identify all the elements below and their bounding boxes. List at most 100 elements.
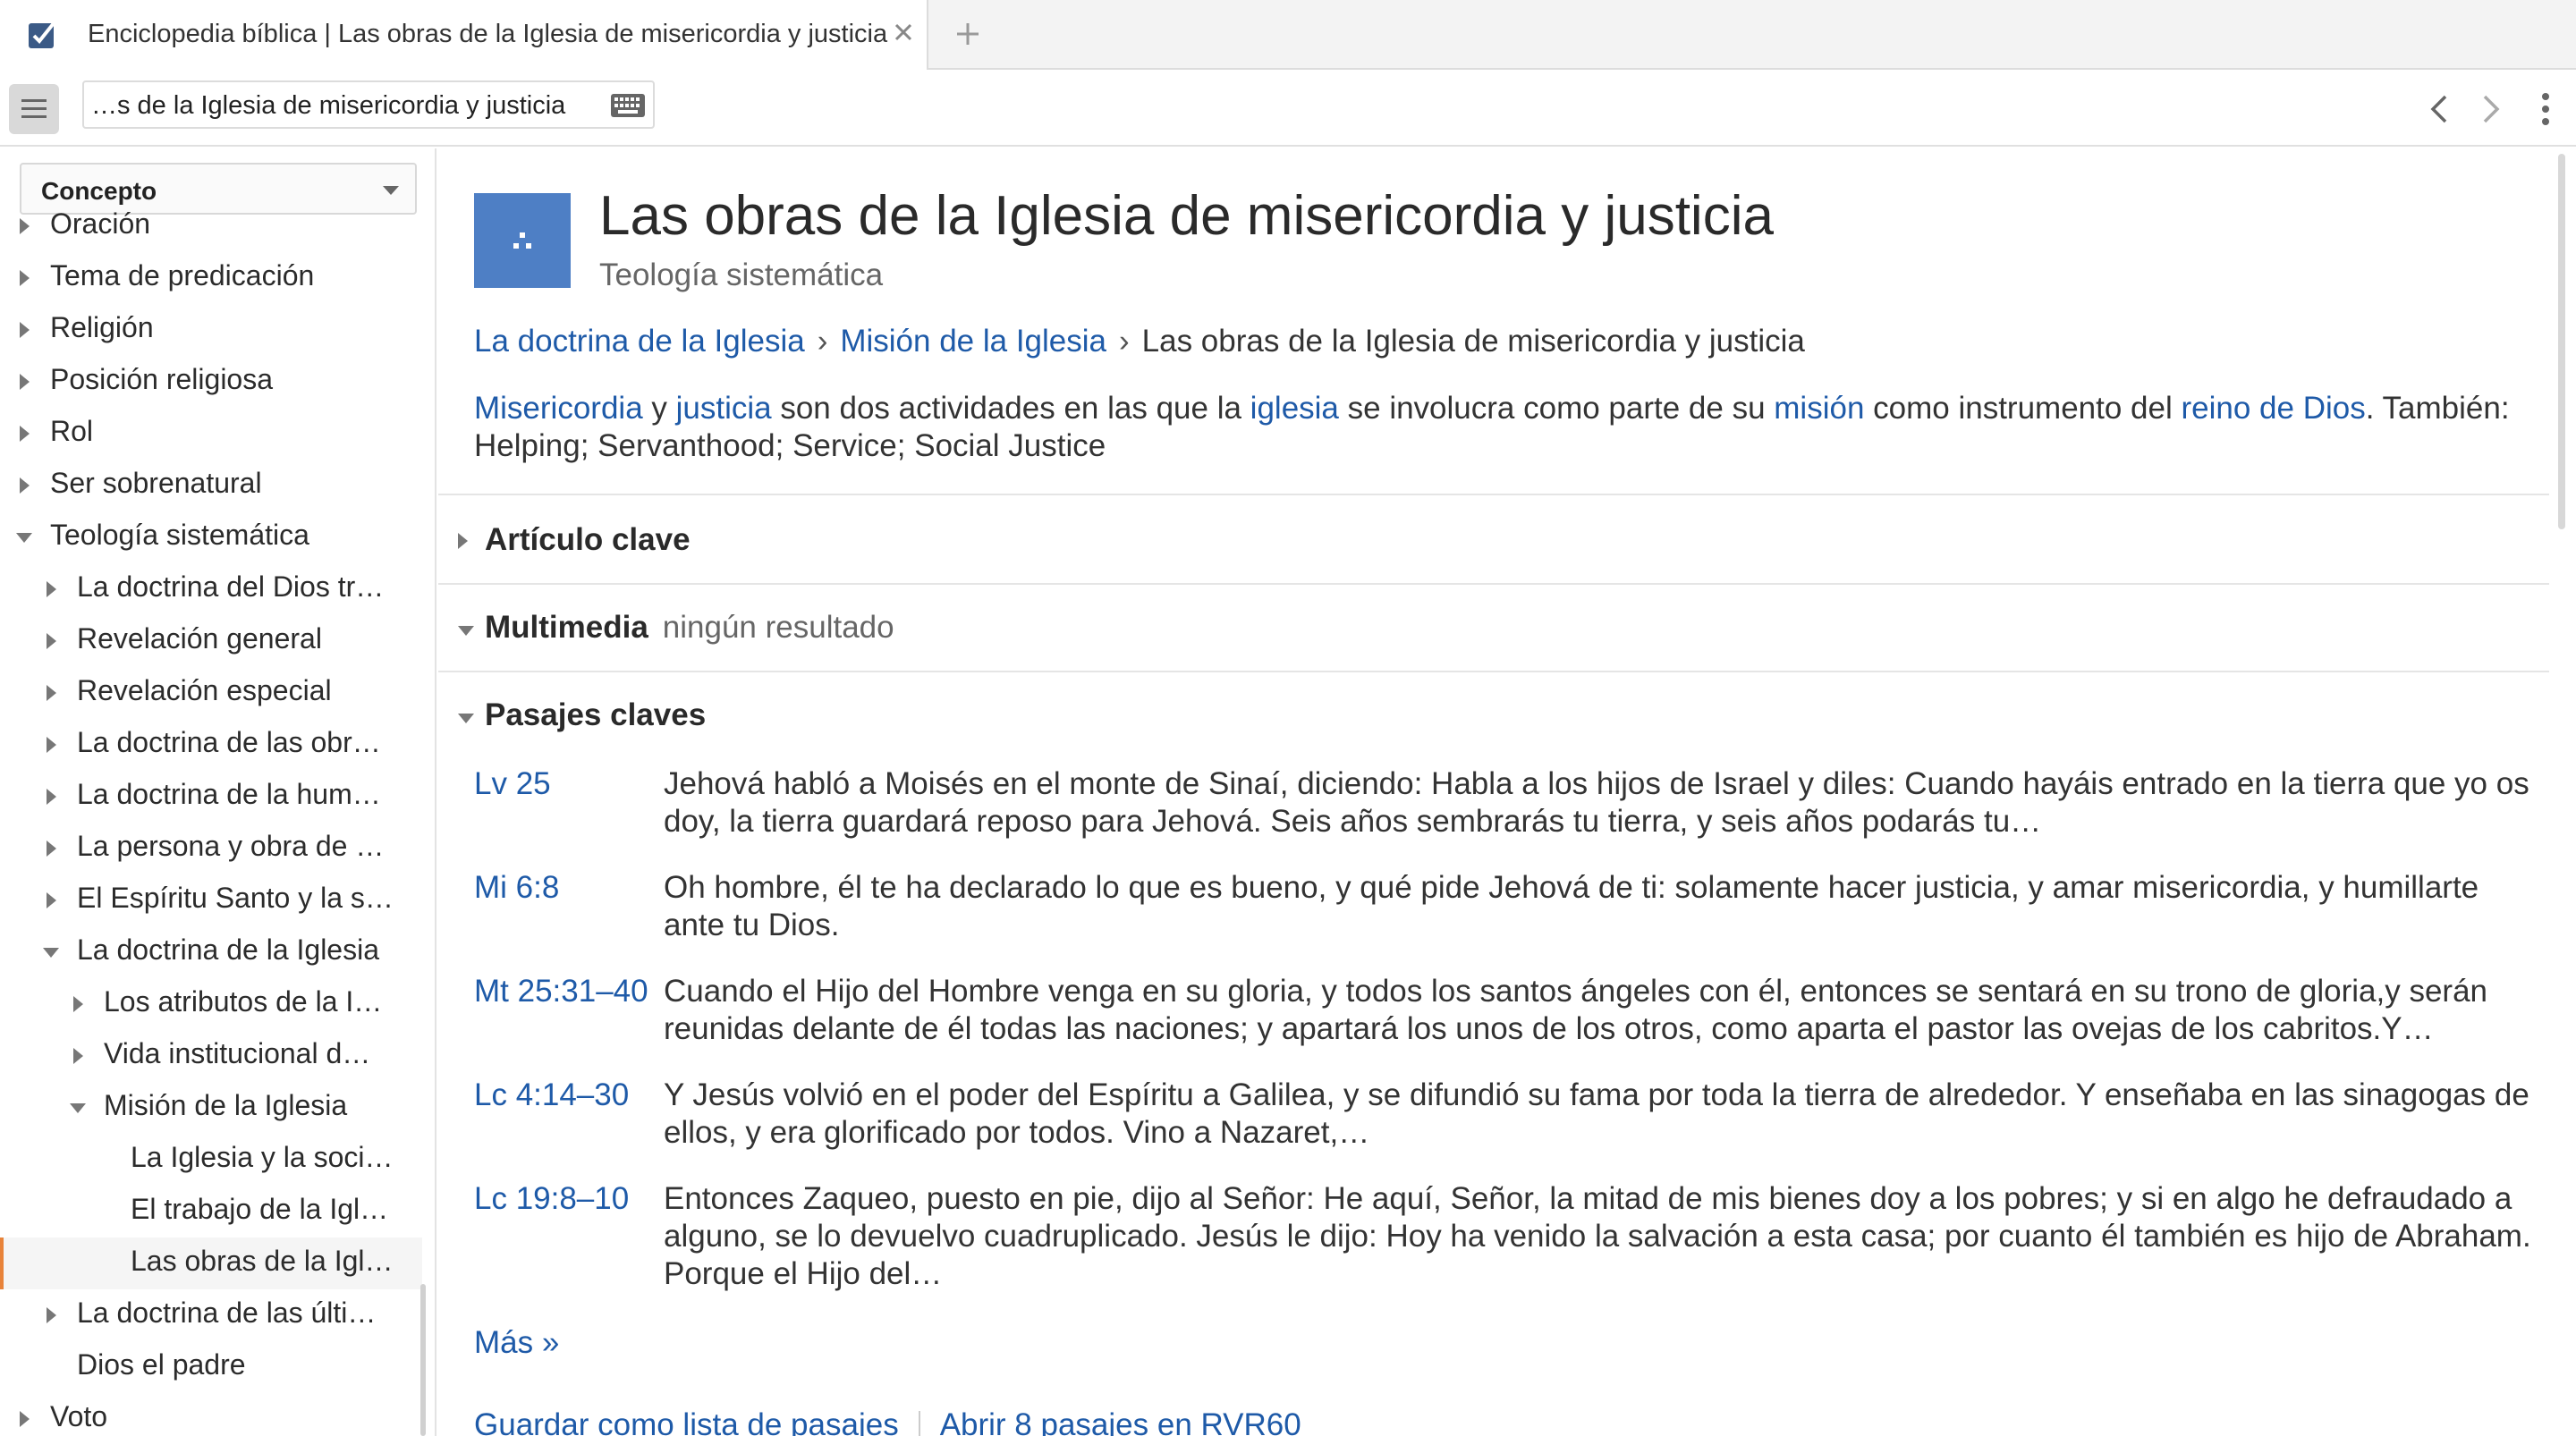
expand-arrow-icon[interactable] bbox=[73, 996, 83, 1012]
keyboard-icon[interactable] bbox=[610, 93, 646, 118]
tree-item-label: Posición religiosa bbox=[50, 363, 274, 395]
tree-item[interactable]: Tema de predicación bbox=[0, 252, 422, 304]
tree-item[interactable]: La doctrina de las últi… bbox=[0, 1289, 422, 1341]
tree-item-label: La Iglesia y la soci… bbox=[131, 1141, 394, 1173]
hamburger-icon[interactable] bbox=[9, 84, 59, 134]
expand-arrow-icon[interactable] bbox=[20, 322, 30, 338]
tree-item[interactable]: Oración bbox=[0, 200, 422, 252]
section-key-passages[interactable]: Pasajes claves bbox=[458, 697, 995, 737]
expand-arrow-icon[interactable] bbox=[20, 374, 30, 390]
plus-icon[interactable] bbox=[952, 18, 984, 50]
tree-item-label: La doctrina de la Iglesia bbox=[77, 933, 379, 966]
passage-ref-link[interactable]: Lv 25 bbox=[474, 765, 551, 803]
section-title: Multimedia ningún resultado bbox=[485, 610, 894, 646]
link-iglesia[interactable]: iglesia bbox=[1250, 391, 1339, 426]
tree-item-label: Las obras de la Igl… bbox=[131, 1245, 394, 1277]
expand-arrow-icon[interactable] bbox=[73, 1048, 83, 1064]
breadcrumb-link-mission[interactable]: Misión de la Iglesia bbox=[840, 324, 1106, 359]
link-justicia[interactable]: justicia bbox=[676, 391, 772, 426]
tree-item[interactable]: Revelación general bbox=[0, 615, 422, 667]
expand-arrow-icon[interactable] bbox=[47, 789, 56, 805]
sidebar-scrollbar[interactable] bbox=[420, 1284, 426, 1436]
section-title: Artículo clave bbox=[485, 522, 691, 557]
expand-arrow-icon[interactable] bbox=[20, 270, 30, 286]
tree-item[interactable]: Teología sistemática bbox=[0, 511, 422, 563]
expand-arrow-icon[interactable] bbox=[20, 477, 30, 494]
passage-row: Lc 19:8–10 Entonces Zaqueo, puesto en pie… bbox=[474, 1180, 2549, 1297]
expand-arrow-icon bbox=[458, 533, 468, 549]
tree-item[interactable]: Rol bbox=[0, 408, 422, 460]
expand-arrow-icon[interactable] bbox=[47, 581, 56, 597]
tree-item[interactable]: La doctrina de la hum… bbox=[0, 771, 422, 823]
tree-item[interactable]: Religión bbox=[0, 304, 422, 356]
passage-text: Entonces Zaqueo, puesto en pie, dijo al … bbox=[664, 1181, 2531, 1291]
expand-arrow-icon[interactable] bbox=[47, 840, 56, 857]
breadcrumb-link-doctrine[interactable]: La doctrina de la Iglesia bbox=[474, 324, 805, 359]
sidebar: Concepto Oración Tema de predicación Relig… bbox=[0, 148, 436, 1436]
tree-item[interactable]: Revelación especial bbox=[0, 667, 422, 719]
divider bbox=[438, 494, 2549, 495]
tree-item[interactable]: Misión de la Iglesia bbox=[0, 1082, 422, 1134]
tree-item[interactable]: Posición religiosa bbox=[0, 356, 422, 408]
collapse-arrow-icon[interactable] bbox=[70, 1103, 86, 1113]
tree-item[interactable]: Las obras de la Igl… bbox=[0, 1237, 422, 1289]
divider bbox=[438, 671, 2549, 672]
tree-item[interactable]: Ser sobrenatural bbox=[0, 460, 422, 511]
collapse-arrow-icon[interactable] bbox=[43, 948, 59, 958]
save-passage-list-link[interactable]: Guardar como lista de pasajes bbox=[474, 1407, 899, 1436]
tree-item[interactable]: La persona y obra de … bbox=[0, 823, 422, 874]
tree-item[interactable]: La doctrina de la Iglesia bbox=[0, 926, 422, 978]
expand-arrow-icon[interactable] bbox=[47, 685, 56, 701]
collapse-arrow-icon bbox=[458, 714, 474, 723]
tree-item[interactable]: Dios el padre bbox=[0, 1341, 422, 1393]
section-key-article[interactable]: Artículo clave bbox=[458, 522, 995, 562]
tree-item[interactable]: La doctrina de las obr… bbox=[0, 719, 422, 771]
tree-item-label: Revelación general bbox=[77, 622, 322, 655]
tree-item-label: Vida institucional d… bbox=[104, 1037, 371, 1069]
expand-arrow-icon[interactable] bbox=[20, 426, 30, 442]
tree-item-label: La doctrina de las últi… bbox=[77, 1297, 377, 1329]
tree-item[interactable]: La doctrina del Dios tr… bbox=[0, 563, 422, 615]
chevron-right-icon[interactable] bbox=[2476, 91, 2506, 127]
passage-row: Lv 25 Jehová habló a Moisés en el monte d… bbox=[474, 765, 2549, 844]
tree-item-label: La doctrina de las obr… bbox=[77, 726, 381, 758]
expand-arrow-icon[interactable] bbox=[47, 633, 56, 649]
link-mision[interactable]: misión bbox=[1774, 391, 1864, 426]
tree-item[interactable]: Voto bbox=[0, 1393, 422, 1436]
section-multimedia[interactable]: Multimedia ningún resultado bbox=[458, 610, 1263, 649]
expand-arrow-icon[interactable] bbox=[47, 1307, 56, 1323]
tree-item-label: Teología sistemática bbox=[50, 519, 309, 551]
chevron-left-icon[interactable] bbox=[2424, 91, 2454, 127]
collapse-arrow-icon[interactable] bbox=[16, 533, 32, 543]
passage-ref-link[interactable]: Mi 6:8 bbox=[474, 869, 559, 907]
expand-arrow-icon[interactable] bbox=[47, 892, 56, 908]
passage-text: Oh hombre, él te ha declarado lo que es … bbox=[664, 870, 2479, 942]
section-title: Pasajes claves bbox=[485, 697, 707, 732]
close-icon[interactable] bbox=[891, 20, 916, 45]
kebab-icon[interactable] bbox=[2537, 89, 2555, 129]
more-link[interactable]: Más » bbox=[474, 1325, 559, 1361]
tree-item[interactable]: La Iglesia y la soci… bbox=[0, 1134, 422, 1186]
active-tab[interactable]: Enciclopedia bíblica | Las obras de la I… bbox=[0, 0, 928, 70]
passage-ref-link[interactable]: Lc 4:14–30 bbox=[474, 1077, 629, 1114]
breadcrumb-separator: › bbox=[817, 324, 828, 359]
tree-item-label: Los atributos de la I… bbox=[104, 985, 383, 1018]
expand-arrow-icon[interactable] bbox=[47, 737, 56, 753]
open-passages-link[interactable]: Abrir 8 pasajes en RVR60 bbox=[940, 1407, 1301, 1436]
link-misericordia[interactable]: Misericordia bbox=[474, 391, 643, 426]
tree-item-label: Misión de la Iglesia bbox=[104, 1089, 348, 1121]
tree-item[interactable]: El trabajo de la Igl… bbox=[0, 1186, 422, 1237]
expand-arrow-icon[interactable] bbox=[20, 218, 30, 234]
description-text: y bbox=[642, 391, 676, 426]
expand-arrow-icon[interactable] bbox=[20, 1411, 30, 1427]
tree-item[interactable]: Los atributos de la I… bbox=[0, 978, 422, 1030]
address-field[interactable]: …s de la Iglesia de misericordia y justi… bbox=[82, 80, 655, 129]
main-scrollbar[interactable] bbox=[2558, 154, 2565, 529]
link-reino-de-dios[interactable]: reino de Dios bbox=[2181, 391, 2365, 426]
passage-ref-link[interactable]: Lc 19:8–10 bbox=[474, 1180, 629, 1218]
article-pane: Las obras de la Iglesia de misericordia … bbox=[438, 148, 2576, 1436]
passage-ref-link[interactable]: Mt 25:31–40 bbox=[474, 973, 648, 1010]
tree-item[interactable]: Vida institucional d… bbox=[0, 1030, 422, 1082]
tree-item-label: El Espíritu Santo y la s… bbox=[77, 882, 394, 914]
tree-item[interactable]: El Espíritu Santo y la s… bbox=[0, 874, 422, 926]
